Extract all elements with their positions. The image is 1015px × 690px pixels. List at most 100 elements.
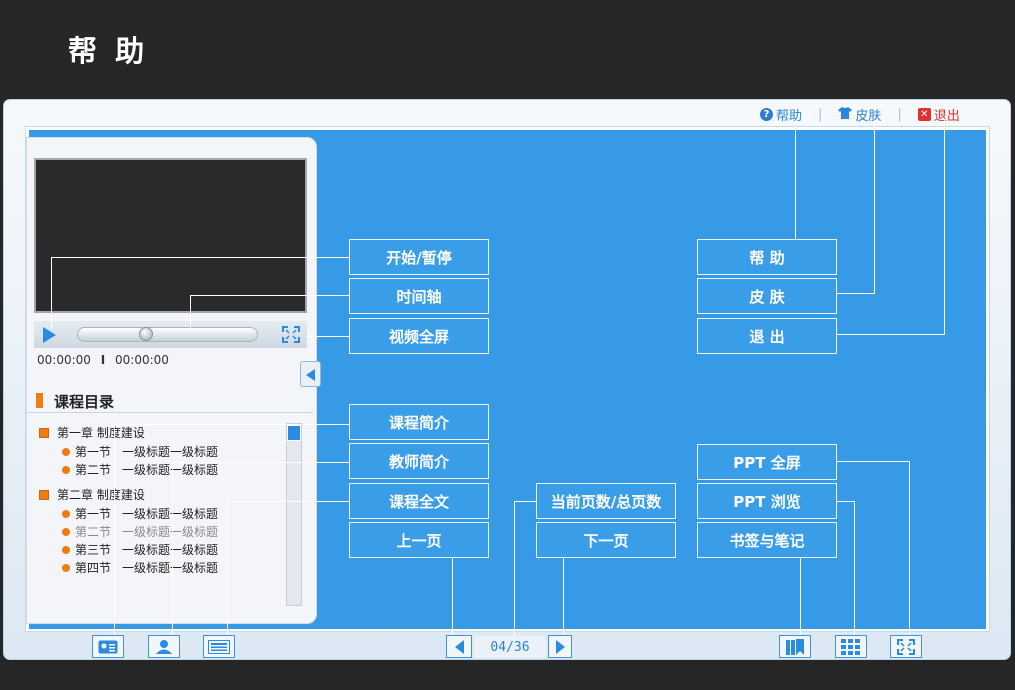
connector-line [800,558,801,636]
course-intro-button[interactable] [92,635,124,658]
connector-line [854,501,855,636]
video-screen[interactable] [34,158,307,313]
callout-page-count: 当前页数/总页数 [536,483,676,519]
callout-timeline: 时间轴 [349,278,489,314]
page-indicator: 04/36 [474,636,546,658]
callout-ppt-fullscreen: PPT 全屏 [697,444,837,480]
connector-line [452,558,453,636]
prev-page-button[interactable] [446,635,472,658]
catalog-marker [36,393,43,408]
callout-course-text: 课程全文 [349,483,489,519]
section-title: 一级标题一级标题 [122,525,219,539]
connector-line [114,424,115,636]
section-bullet-icon [62,509,70,518]
ppt-fullscreen-button[interactable] [890,635,922,658]
chevron-right-icon [555,639,565,654]
section-title: 一级标题一级标题 [122,445,219,459]
time-separator: I [100,353,106,367]
help-icon: ? [760,107,773,121]
help-label: 帮助 [776,108,803,124]
connector-line [944,120,945,335]
connector-line [190,295,349,296]
callout-bookmark-notes: 书签与笔记 [697,522,837,558]
connector-line [909,461,910,636]
exit-label: 退出 [933,108,960,124]
exit-button[interactable]: ✕ 退出 [917,105,960,124]
document-icon [208,639,230,654]
toolbar-divider: | [897,106,902,122]
ppt-browse-button[interactable] [835,635,867,658]
catalog-chapter[interactable]: 第一章 制度建设 [39,424,145,441]
time-current: 00:00:00 [37,353,91,367]
collapse-panel-button[interactable] [300,361,321,387]
section-number: 第一节 [75,507,112,521]
timeline-handle[interactable] [138,327,153,341]
catalog-chapter[interactable]: 第二章 制度建设 [39,486,145,503]
section-bullet-icon [62,563,70,572]
shirt-icon [838,106,853,122]
connector-line [190,295,191,332]
play-icon[interactable] [43,327,56,343]
chapter-bullet-icon [39,489,49,500]
section-number: 第一节 [75,445,112,459]
section-title: 一级标题一级标题 [122,463,219,477]
section-number: 第二节 [75,525,112,539]
catalog-section[interactable]: 第二节 一级标题一级标题 [62,523,218,540]
close-icon: ✕ [917,107,931,121]
callout-ppt-browse: PPT 浏览 [697,483,837,519]
connector-line [837,293,875,294]
course-text-button[interactable] [203,635,235,658]
callout-prev-page: 上一页 [349,522,489,558]
section-title: 一级标题一级标题 [122,543,219,557]
section-title: 一级标题一级标题 [122,561,219,575]
expand-icon [897,638,915,655]
section-title: 一级标题一级标题 [122,507,219,521]
connector-line [172,462,173,636]
callout-play-pause: 开始/暂停 [349,239,489,275]
connector-line [514,501,515,638]
catalog-section[interactable]: 第四节 一级标题一级标题 [62,559,218,576]
connector-line [563,558,564,636]
grid-icon [841,638,860,655]
connector-line [837,334,945,335]
connector-line [51,257,52,329]
section-bullet-icon [62,527,70,536]
timeline-slider[interactable] [77,327,258,342]
scrollbar-thumb[interactable] [287,425,301,441]
user-icon [156,640,172,654]
section-number: 第四节 [75,561,112,575]
top-toolbar: ? 帮助 | 皮肤 | ✕ 退出 [760,104,960,124]
bookmark-icon [786,638,804,655]
time-total: 00:00:00 [115,353,169,367]
catalog-scrollbar[interactable] [286,423,302,606]
connector-line [837,501,855,502]
section-bullet-icon [62,545,70,554]
connector-line [795,122,796,239]
catalog-section[interactable]: 第二节 一级标题一级标题 [62,461,218,478]
connector-line [114,424,349,425]
callout-teacher-intro: 教师简介 [349,443,489,479]
callout-video-fullscreen: 视频全屏 [349,318,489,354]
chapter-bullet-icon [39,427,49,438]
callout-help: 帮 助 [697,239,837,275]
help-button[interactable]: ? 帮助 [760,105,802,124]
catalog-title: 课程目录 [54,393,115,411]
bookmark-notes-button[interactable] [779,635,811,658]
catalog-section[interactable]: 第一节 一级标题一级标题 [62,505,218,522]
catalog-section[interactable]: 第三节 一级标题一级标题 [62,541,218,558]
callout-exit: 退 出 [697,318,837,354]
chapter-label: 第一章 制度建设 [57,426,145,440]
connector-line [874,120,875,294]
callout-next-page: 下一页 [536,522,676,558]
connector-line [514,501,536,502]
teacher-intro-button[interactable] [148,635,180,658]
skin-label: 皮肤 [855,108,882,124]
divider [28,412,313,413]
next-page-button[interactable] [548,635,572,658]
catalog-section[interactable]: 第一节 一级标题一级标题 [62,443,218,460]
section-bullet-icon [62,447,70,456]
connector-line [227,501,349,502]
connector-line [51,257,349,258]
fullscreen-icon[interactable] [282,326,300,343]
id-card-icon [98,640,118,653]
